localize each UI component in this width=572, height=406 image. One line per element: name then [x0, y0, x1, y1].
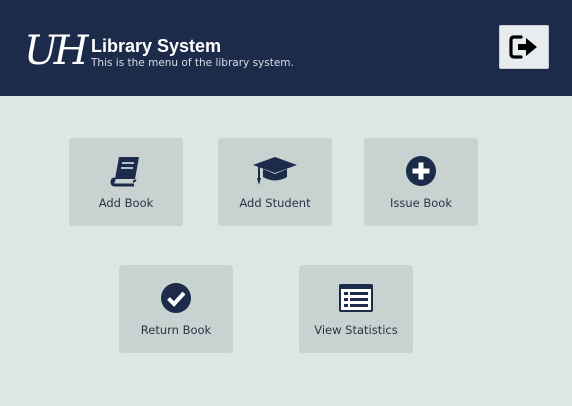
graduation-cap-icon	[253, 157, 297, 185]
plus-circle-icon	[406, 156, 436, 186]
return-book-label: Return Book	[140, 323, 212, 337]
check-circle-icon	[161, 283, 191, 313]
add-book-label: Add Book	[98, 196, 154, 210]
view-statistics-button[interactable]: View Statistics	[299, 265, 413, 353]
list-alt-icon	[339, 284, 373, 312]
issue-book-label: Issue Book	[389, 196, 452, 210]
add-student-label: Add Student	[239, 196, 311, 210]
add-book-button[interactable]: Add Book	[69, 138, 183, 226]
svg-text:UH: UH	[24, 28, 90, 72]
app-title: Library System	[91, 36, 222, 56]
view-statistics-label: View Statistics	[314, 323, 398, 337]
app-header: UH Library System This is the menu of th…	[0, 0, 572, 96]
add-student-button[interactable]: Add Student	[218, 138, 332, 226]
sign-out-icon	[509, 35, 537, 59]
return-book-button[interactable]: Return Book	[119, 265, 233, 353]
logout-button[interactable]	[499, 25, 549, 69]
book-icon	[110, 157, 139, 187]
app-subtitle: This is the menu of the library system.	[91, 57, 294, 69]
issue-book-button[interactable]: Issue Book	[364, 138, 478, 226]
uh-logo: UH	[24, 28, 94, 72]
